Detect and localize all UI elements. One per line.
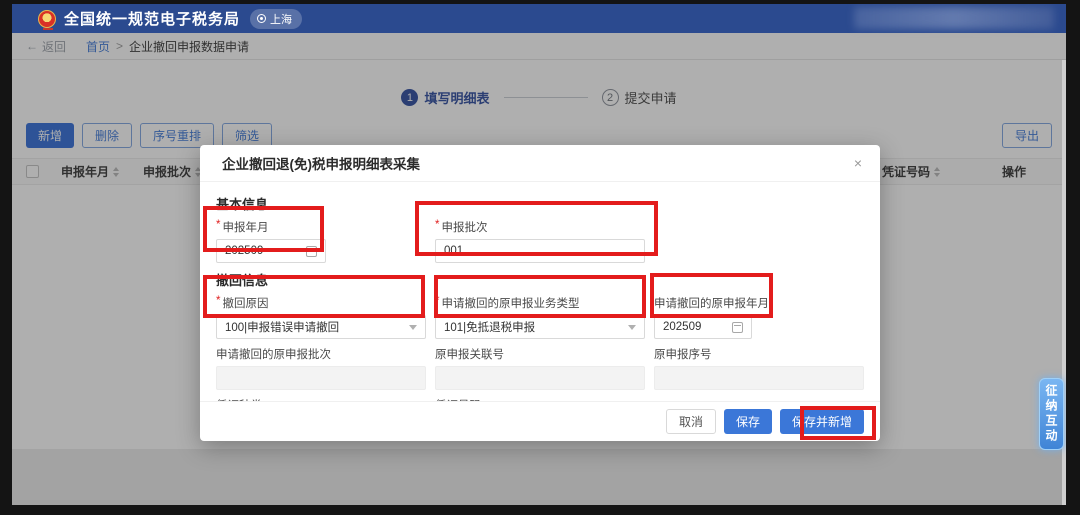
field-value: 100|申报错误申请撤回 <box>225 319 409 335</box>
orig-link-no-input <box>435 366 645 390</box>
orig-biz-type-select[interactable]: 101|免抵退税申报 <box>435 315 645 339</box>
required-marker: * <box>435 295 439 307</box>
section-basic-info: 基本信息 <box>216 194 864 213</box>
declare-batch-input[interactable]: 001 <box>435 239 645 263</box>
required-marker: * <box>216 295 220 307</box>
save-button[interactable]: 保存 <box>724 409 772 434</box>
interaction-widget[interactable]: 征纳互动 <box>1039 378 1064 450</box>
field-label: 申报批次 <box>441 219 487 235</box>
app-header: 全国统一规范电子税务局 上海 <box>12 4 1066 33</box>
field-label: 原申报序号 <box>654 346 712 362</box>
chevron-down-icon <box>628 325 636 330</box>
form-row-3: 申请撤回的原申报批次 原申报关联号 原申报序号 <box>216 346 864 390</box>
field-value: 001 <box>444 245 636 257</box>
chevron-down-icon <box>409 325 417 330</box>
form-row-2: *撤回原因 100|申报错误申请撤回 *申请撤回的原申报业务类型 101|免抵退… <box>216 295 864 339</box>
field-voucher-no: 凭证号码 <box>435 397 645 401</box>
form-row-1: *申报年月 202509 *申报批次 001 <box>216 219 864 263</box>
orig-seq-input <box>654 366 864 390</box>
modal-header: 企业撤回退(免)税申报明细表采集 × <box>200 145 880 182</box>
field-label: 凭证号码 <box>435 397 481 401</box>
field-orig-seq: 原申报序号 <box>654 346 864 390</box>
app-title: 全国统一规范电子税务局 <box>64 8 240 29</box>
orig-batch-input <box>216 366 426 390</box>
field-label: 申报年月 <box>222 219 268 235</box>
national-emblem-icon <box>38 10 56 28</box>
field-orig-ym: 申请撤回的原申报年月 202509 <box>654 295 864 339</box>
calendar-icon[interactable] <box>306 246 317 257</box>
withdraw-reason-select[interactable]: 100|申报错误申请撤回 <box>216 315 426 339</box>
field-label: 申请撤回的原申报批次 <box>216 346 331 362</box>
field-value: 101|免抵退税申报 <box>444 319 628 335</box>
modal-title: 企业撤回退(免)税申报明细表采集 <box>222 153 420 173</box>
field-orig-batch: 申请撤回的原申报批次 <box>216 346 426 390</box>
declare-ym-input[interactable]: 202509 <box>216 239 326 263</box>
page: 全国统一规范电子税务局 上海 ← 返回 首页 > 企业撤回申报数据申请 1 填写… <box>12 4 1066 505</box>
save-and-new-button[interactable]: 保存并新增 <box>780 409 864 434</box>
location-label: 上海 <box>270 11 292 27</box>
field-label: 凭证种类 <box>216 397 262 401</box>
section-withdraw-info: 撤回信息 <box>216 270 864 289</box>
field-label: 申请撤回的原申报年月 <box>654 295 769 311</box>
field-declare-batch: *申报批次 001 <box>435 219 645 263</box>
field-label: 申请撤回的原申报业务类型 <box>441 295 579 311</box>
modal-footer: 取消 保存 保存并新增 <box>200 401 880 441</box>
cancel-button[interactable]: 取消 <box>666 409 716 434</box>
field-orig-link-no: 原申报关联号 <box>435 346 645 390</box>
field-voucher-type: 凭证种类 <box>216 397 426 401</box>
calendar-icon[interactable] <box>732 322 743 333</box>
field-value: 202509 <box>663 321 732 333</box>
location-badge[interactable]: 上海 <box>250 9 302 29</box>
required-marker: * <box>435 219 439 231</box>
redacted-user-info <box>854 7 1054 29</box>
location-pin-icon <box>257 14 266 23</box>
required-marker: * <box>216 219 220 231</box>
close-icon[interactable]: × <box>854 156 862 170</box>
field-orig-biz-type: *申请撤回的原申报业务类型 101|免抵退税申报 <box>435 295 645 339</box>
field-declare-ym: *申报年月 202509 <box>216 219 426 263</box>
field-withdraw-reason: *撤回原因 100|申报错误申请撤回 <box>216 295 426 339</box>
field-label: 撤回原因 <box>222 295 268 311</box>
field-value: 202509 <box>225 245 306 257</box>
orig-ym-input[interactable]: 202509 <box>654 315 752 339</box>
withdraw-detail-modal: 企业撤回退(免)税申报明细表采集 × 基本信息 *申报年月 202509 *申报… <box>200 145 880 441</box>
field-label: 原申报关联号 <box>435 346 504 362</box>
modal-body: 基本信息 *申报年月 202509 *申报批次 001 撤回信息 <box>200 182 880 401</box>
